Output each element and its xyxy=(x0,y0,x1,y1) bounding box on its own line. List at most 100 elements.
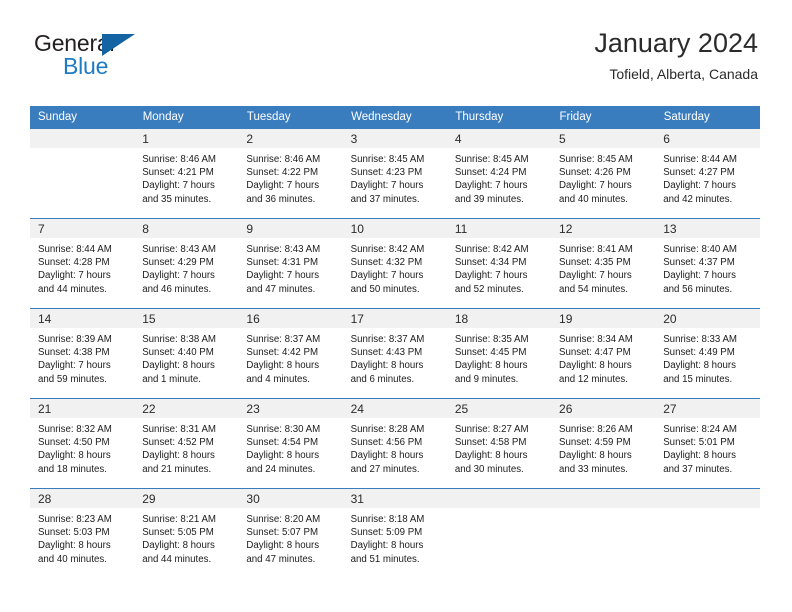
daylight-text-line1: Daylight: 8 hours xyxy=(559,450,632,462)
calendar-day-cell[interactable]: 31 Sunrise: 8:18 AM Sunset: 5:09 PM Dayligh… xyxy=(342,488,447,579)
daylight-text-line2: and 9 minutes. xyxy=(454,373,519,385)
day-number: 9 xyxy=(238,219,343,238)
sunset-text: Sunset: 4:22 PM xyxy=(246,167,319,179)
day-number: 11 xyxy=(446,219,552,238)
day-number xyxy=(655,489,760,508)
calendar-day-cell[interactable]: 26 Sunrise: 8:26 AM Sunset: 4:59 PM Dayligh… xyxy=(551,398,656,489)
calendar-day-cell[interactable]: 22 Sunrise: 8:31 AM Sunset: 4:52 PM Dayligh… xyxy=(134,398,239,489)
calendar-day-cell[interactable]: 2 Sunrise: 8:46 AM Sunset: 4:22 PM Daylight… xyxy=(238,128,343,219)
sunset-text: Sunset: 4:31 PM xyxy=(246,257,319,269)
calendar-day-cell[interactable]: 19 Sunrise: 8:34 AM Sunset: 4:47 PM Dayligh… xyxy=(551,308,656,399)
calendar-day-cell[interactable]: 4 Sunrise: 8:45 AM Sunset: 4:24 PM Daylight… xyxy=(446,128,552,219)
day-details: Sunrise: 8:43 AM Sunset: 4:31 PM Daylight:… xyxy=(238,238,342,296)
calendar-day-cell[interactable]: 20 Sunrise: 8:33 AM Sunset: 4:49 PM Dayligh… xyxy=(655,308,760,399)
calendar-day-cell[interactable]: 15 Sunrise: 8:38 AM Sunset: 4:40 PM Dayligh… xyxy=(134,308,239,399)
daylight-text-line1: Daylight: 8 hours xyxy=(38,450,111,462)
calendar-day-cell[interactable]: 17 Sunrise: 8:37 AM Sunset: 4:43 PM Dayligh… xyxy=(342,308,447,399)
calendar-day-cell[interactable]: 11 Sunrise: 8:42 AM Sunset: 4:34 PM Dayligh… xyxy=(446,218,552,309)
weekday-header-monday: Monday xyxy=(134,106,239,129)
day-number xyxy=(446,489,552,508)
calendar-day-cell[interactable]: 9 Sunrise: 8:43 AM Sunset: 4:31 PM Daylight… xyxy=(238,218,343,309)
daylight-text-line2: and 36 minutes. xyxy=(246,193,316,205)
calendar-day-cell[interactable]: 1 Sunrise: 8:46 AM Sunset: 4:21 PM Daylight… xyxy=(134,128,239,219)
sunset-text: Sunset: 4:27 PM xyxy=(663,167,735,179)
calendar-day-cell[interactable]: 28 Sunrise: 8:23 AM Sunset: 5:03 PM Dayligh… xyxy=(30,488,135,579)
sunrise-text: Sunrise: 8:33 AM xyxy=(663,334,737,345)
sunrise-text: Sunrise: 8:42 AM xyxy=(350,244,425,255)
daylight-text-line1: Daylight: 7 hours xyxy=(663,180,736,192)
day-number: 19 xyxy=(551,309,656,328)
daylight-text-line1: Daylight: 7 hours xyxy=(454,270,528,282)
calendar-day-cell[interactable]: 14 Sunrise: 8:39 AM Sunset: 4:38 PM Dayligh… xyxy=(30,308,135,399)
day-details: Sunrise: 8:33 AM Sunset: 4:49 PM Daylight:… xyxy=(655,328,759,386)
sunset-text: Sunset: 4:32 PM xyxy=(350,257,423,269)
daylight-text-line1: Daylight: 8 hours xyxy=(663,360,736,372)
daylight-text-line1: Daylight: 7 hours xyxy=(350,270,424,282)
calendar-day-cell[interactable]: 8 Sunrise: 8:43 AM Sunset: 4:29 PM Daylight… xyxy=(134,218,239,309)
day-number xyxy=(551,489,656,508)
sunrise-text: Sunrise: 8:32 AM xyxy=(38,424,112,435)
sunset-text: Sunset: 4:26 PM xyxy=(559,167,631,179)
daylight-text-line2: and 24 minutes. xyxy=(246,463,316,475)
calendar-day-cell[interactable]: 10 Sunrise: 8:42 AM Sunset: 4:32 PM Dayligh… xyxy=(342,218,447,309)
daylight-text-line2: and 37 minutes. xyxy=(663,463,733,475)
weekday-header-friday: Friday xyxy=(551,106,656,129)
sunrise-text: Sunrise: 8:20 AM xyxy=(246,514,321,525)
calendar-day-cell[interactable]: 25 Sunrise: 8:27 AM Sunset: 4:58 PM Dayligh… xyxy=(446,398,552,489)
calendar-day-cell[interactable]: 12 Sunrise: 8:41 AM Sunset: 4:35 PM Dayligh… xyxy=(551,218,656,309)
calendar-day-cell[interactable]: 6 Sunrise: 8:44 AM Sunset: 4:27 PM Daylight… xyxy=(655,128,760,219)
calendar-day-cell-empty xyxy=(30,128,135,219)
day-number xyxy=(30,129,135,148)
daylight-text-line2: and 27 minutes. xyxy=(350,463,420,475)
calendar-day-cell[interactable]: 30 Sunrise: 8:20 AM Sunset: 5:07 PM Dayligh… xyxy=(238,488,343,579)
calendar-day-cell[interactable]: 7 Sunrise: 8:44 AM Sunset: 4:28 PM Daylight… xyxy=(30,218,135,309)
daylight-text-line2: and 37 minutes. xyxy=(350,193,420,205)
weekday-header-wednesday: Wednesday xyxy=(342,106,448,129)
daylight-text-line2: and 12 minutes. xyxy=(559,373,628,385)
day-number: 2 xyxy=(238,129,343,148)
page-title: January 2024 xyxy=(594,28,758,58)
sunset-text: Sunset: 5:01 PM xyxy=(663,437,735,449)
daylight-text-line1: Daylight: 8 hours xyxy=(350,540,424,552)
daylight-text-line1: Daylight: 7 hours xyxy=(142,270,215,282)
calendar-day-cell[interactable]: 16 Sunrise: 8:37 AM Sunset: 4:42 PM Dayligh… xyxy=(238,308,343,399)
sunset-text: Sunset: 4:38 PM xyxy=(38,347,110,359)
calendar-day-cell[interactable]: 3 Sunrise: 8:45 AM Sunset: 4:23 PM Daylight… xyxy=(342,128,447,219)
calendar-day-cell[interactable]: 23 Sunrise: 8:30 AM Sunset: 4:54 PM Dayligh… xyxy=(238,398,343,489)
daylight-text-line1: Daylight: 8 hours xyxy=(350,450,424,462)
sunrise-text: Sunrise: 8:43 AM xyxy=(142,244,216,255)
daylight-text-line1: Daylight: 7 hours xyxy=(38,270,111,282)
sunset-text: Sunset: 4:43 PM xyxy=(350,347,423,359)
calendar-day-cell[interactable]: 24 Sunrise: 8:28 AM Sunset: 4:56 PM Dayligh… xyxy=(342,398,447,489)
sunrise-text: Sunrise: 8:31 AM xyxy=(142,424,216,435)
daylight-text-line1: Daylight: 8 hours xyxy=(350,360,424,372)
calendar-day-cell[interactable]: 13 Sunrise: 8:40 AM Sunset: 4:37 PM Dayligh… xyxy=(655,218,760,309)
calendar-week-row: 14 Sunrise: 8:39 AM Sunset: 4:38 PM Dayligh… xyxy=(30,308,760,399)
sunset-text: Sunset: 4:34 PM xyxy=(454,257,527,269)
day-details: Sunrise: 8:30 AM Sunset: 4:54 PM Daylight:… xyxy=(238,418,342,476)
day-details: Sunrise: 8:35 AM Sunset: 4:45 PM Daylight:… xyxy=(447,328,551,386)
day-number: 24 xyxy=(342,399,447,418)
day-number: 20 xyxy=(655,309,760,328)
sunset-text: Sunset: 4:45 PM xyxy=(454,347,527,359)
calendar-week-row: 1 Sunrise: 8:46 AM Sunset: 4:21 PM Daylight… xyxy=(30,128,760,219)
sunrise-text: Sunrise: 8:27 AM xyxy=(454,424,529,435)
day-number: 26 xyxy=(551,399,656,418)
daylight-text-line2: and 42 minutes. xyxy=(663,193,733,205)
sunset-text: Sunset: 4:49 PM xyxy=(663,347,735,359)
calendar-day-cell[interactable]: 29 Sunrise: 8:21 AM Sunset: 5:05 PM Dayligh… xyxy=(134,488,239,579)
sunrise-text: Sunrise: 8:38 AM xyxy=(142,334,216,345)
calendar-day-cell[interactable]: 18 Sunrise: 8:35 AM Sunset: 4:45 PM Dayligh… xyxy=(446,308,552,399)
daylight-text-line2: and 47 minutes. xyxy=(246,553,316,565)
day-number: 15 xyxy=(134,309,239,328)
day-details: Sunrise: 8:46 AM Sunset: 4:21 PM Daylight:… xyxy=(134,148,238,206)
calendar-day-cell[interactable]: 27 Sunrise: 8:24 AM Sunset: 5:01 PM Dayligh… xyxy=(655,398,760,489)
daylight-text-line1: Daylight: 8 hours xyxy=(454,450,528,462)
calendar-day-cell[interactable]: 21 Sunrise: 8:32 AM Sunset: 4:50 PM Dayligh… xyxy=(30,398,135,489)
day-details: Sunrise: 8:42 AM Sunset: 4:34 PM Daylight:… xyxy=(447,238,551,296)
sunrise-text: Sunrise: 8:39 AM xyxy=(38,334,112,345)
calendar-week-row: 28 Sunrise: 8:23 AM Sunset: 5:03 PM Dayligh… xyxy=(30,488,760,579)
daylight-text-line2: and 47 minutes. xyxy=(246,283,316,295)
weekday-header-tuesday: Tuesday xyxy=(238,106,344,129)
calendar-day-cell[interactable]: 5 Sunrise: 8:45 AM Sunset: 4:26 PM Daylight… xyxy=(551,128,656,219)
